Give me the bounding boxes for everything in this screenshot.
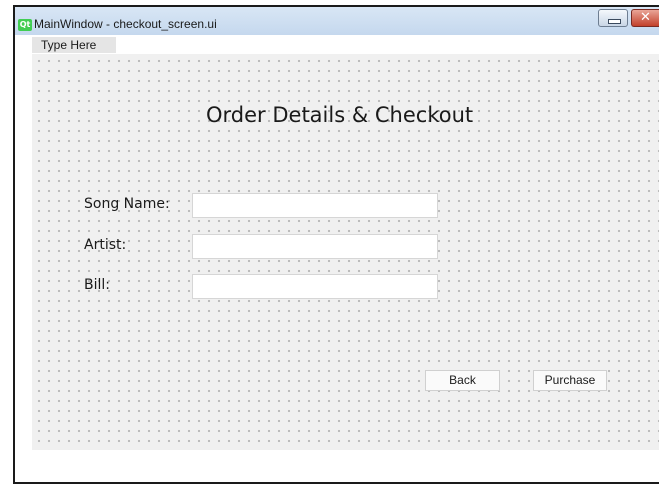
menu-bar — [32, 37, 659, 53]
back-button[interactable]: Back — [425, 370, 500, 391]
minimize-icon — [608, 19, 621, 24]
bill-label: Bill: — [84, 277, 110, 293]
close-button[interactable]: ✕ — [631, 9, 659, 27]
page-title: Order Details & Checkout — [206, 103, 474, 127]
artist-label: Artist: — [84, 237, 127, 253]
song-name-label: Song Name: — [84, 196, 170, 212]
menu-item-type-here[interactable]: Type Here — [32, 37, 116, 53]
artist-input[interactable] — [192, 234, 438, 259]
purchase-button[interactable]: Purchase — [533, 370, 607, 391]
song-name-input[interactable] — [192, 193, 438, 218]
qt-logo-icon: Qt — [18, 19, 32, 31]
bill-input[interactable] — [192, 274, 438, 299]
close-icon: ✕ — [640, 10, 651, 25]
minimize-button[interactable] — [598, 9, 628, 27]
window-title: MainWindow - checkout_screen.ui — [34, 17, 217, 31]
